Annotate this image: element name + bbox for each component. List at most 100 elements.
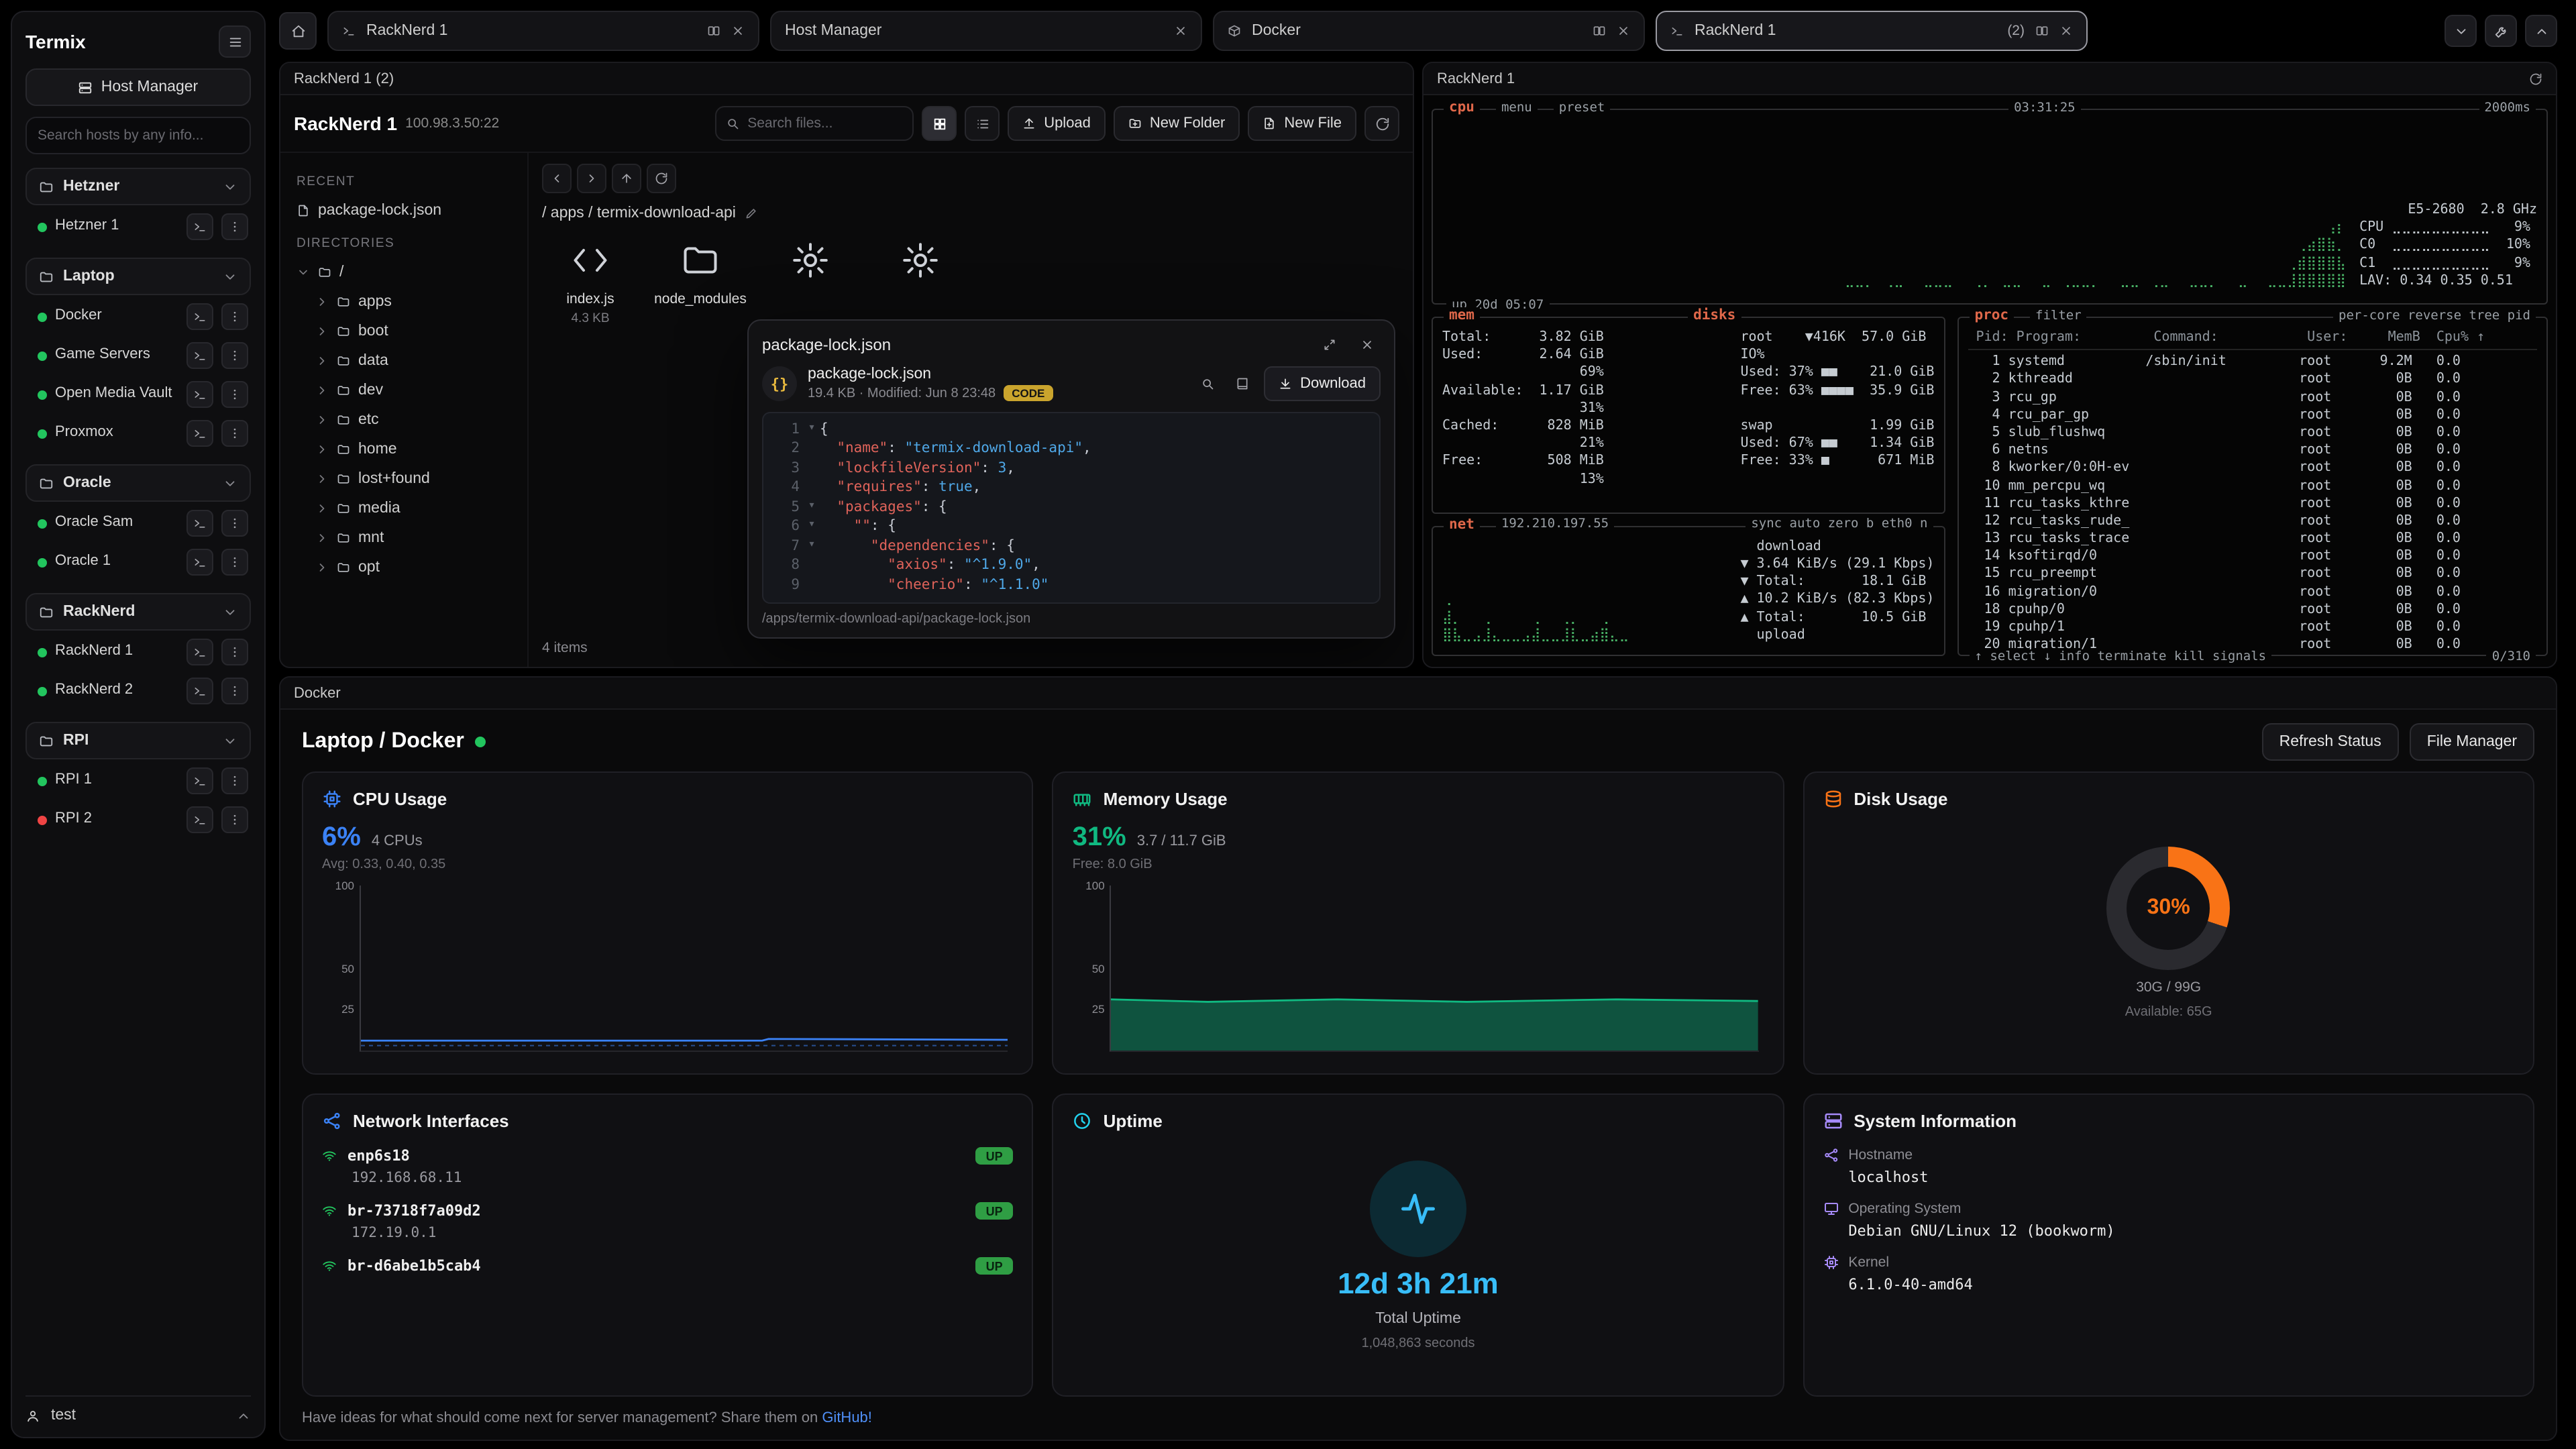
host-terminal-button[interactable] — [186, 342, 213, 369]
github-link[interactable]: GitHub! — [822, 1410, 872, 1426]
split-view-icon[interactable] — [707, 24, 720, 38]
file-item-config-1[interactable] — [762, 235, 859, 327]
file-manager-button[interactable]: File Manager — [2410, 723, 2534, 761]
chevron-down-icon[interactable] — [223, 179, 237, 194]
host-terminal-button[interactable] — [186, 303, 213, 330]
pencil-icon[interactable] — [745, 207, 759, 220]
sidebar-host-hetzner-1[interactable]: Hetzner 1 — [25, 209, 251, 244]
sidebar-host-rpi-1[interactable]: RPI 1 — [25, 763, 251, 798]
search-in-file-button[interactable] — [1194, 370, 1221, 397]
search-files-input[interactable] — [747, 115, 903, 131]
nav-forward-button[interactable] — [577, 164, 606, 193]
chevron-up-icon[interactable] — [236, 1408, 251, 1423]
host-terminal-button[interactable] — [186, 213, 213, 240]
chevron-right-icon[interactable] — [315, 502, 329, 515]
collapse-panel-button[interactable] — [2525, 15, 2557, 47]
sidebar-collapse-button[interactable] — [219, 25, 251, 58]
nav-refresh-button[interactable] — [647, 164, 676, 193]
expand-button[interactable] — [1316, 331, 1343, 358]
new-folder-button[interactable]: New Folder — [1114, 106, 1240, 141]
interface-row-br-d6abe1b5cab4[interactable]: br-d6abe1b5cab4 UP — [322, 1257, 1014, 1280]
close-icon[interactable] — [1617, 24, 1630, 38]
tree-dir-lost-found[interactable]: lost+found — [291, 464, 517, 494]
new-file-button[interactable]: New File — [1248, 106, 1356, 141]
reader-view-button[interactable] — [1229, 370, 1256, 397]
tabs-dropdown-button[interactable] — [2445, 15, 2477, 47]
host-terminal-button[interactable] — [186, 510, 213, 537]
chevron-down-icon[interactable] — [297, 266, 310, 279]
chevron-right-icon[interactable] — [315, 325, 329, 338]
group-header-laptop[interactable]: Laptop — [25, 258, 251, 295]
chevron-down-icon[interactable] — [223, 604, 237, 619]
tree-root[interactable]: / — [291, 258, 517, 287]
grid-view-button[interactable] — [922, 106, 957, 141]
sidebar-host-oracle-1[interactable]: Oracle 1 — [25, 545, 251, 580]
upload-button[interactable]: Upload — [1008, 106, 1106, 141]
tree-dir-media[interactable]: media — [291, 494, 517, 523]
tree-dir-dev[interactable]: dev — [291, 376, 517, 405]
group-header-racknerd[interactable]: RackNerd — [25, 593, 251, 631]
sidebar-host-proxmox[interactable]: Proxmox — [25, 416, 251, 451]
host-menu-button[interactable] — [221, 510, 248, 537]
recent-file-package-lock[interactable]: package-lock.json — [291, 196, 517, 225]
group-header-hetzner[interactable]: Hetzner — [25, 168, 251, 205]
sidebar-host-docker[interactable]: Docker — [25, 299, 251, 334]
tree-dir-data[interactable]: data — [291, 346, 517, 376]
host-terminal-button[interactable] — [186, 806, 213, 833]
code-preview[interactable]: 1▾{2 "name": "termix-download-api",3 "lo… — [762, 412, 1381, 604]
file-item-node-modules[interactable]: node_modules — [652, 235, 749, 327]
sidebar-host-rpi-2[interactable]: RPI 2 — [25, 802, 251, 837]
breadcrumb[interactable]: / apps / termix-download-api — [542, 205, 1399, 221]
tab-racknerd-1-terminal[interactable]: RackNerd 1 — [327, 11, 759, 51]
nav-up-button[interactable] — [612, 164, 641, 193]
sidebar-user-row[interactable]: test — [25, 1395, 251, 1424]
chevron-right-icon[interactable] — [315, 561, 329, 574]
host-terminal-button[interactable] — [186, 381, 213, 408]
host-menu-button[interactable] — [221, 639, 248, 665]
host-menu-button[interactable] — [221, 213, 248, 240]
sidebar-host-racknerd-1[interactable]: RackNerd 1 — [25, 635, 251, 669]
tree-dir-home[interactable]: home — [291, 435, 517, 464]
close-icon[interactable] — [1174, 24, 1187, 38]
tree-dir-etc[interactable]: etc — [291, 405, 517, 435]
host-menu-button[interactable] — [221, 767, 248, 794]
sidebar-host-game-servers[interactable]: Game Servers — [25, 338, 251, 373]
chevron-right-icon[interactable] — [315, 443, 329, 456]
host-manager-button[interactable]: Host Manager — [25, 68, 251, 106]
reconnect-button[interactable] — [2529, 72, 2542, 85]
list-view-button[interactable] — [965, 106, 1000, 141]
host-terminal-button[interactable] — [186, 549, 213, 576]
split-view-icon[interactable] — [1593, 24, 1606, 38]
host-terminal-button[interactable] — [186, 420, 213, 447]
chevron-right-icon[interactable] — [315, 295, 329, 309]
tree-dir-mnt[interactable]: mnt — [291, 523, 517, 553]
host-menu-button[interactable] — [221, 806, 248, 833]
close-preview-button[interactable] — [1354, 331, 1381, 358]
interface-row-br-73718f7a09d2[interactable]: br-73718f7a09d2 UP 172.19.0.1 — [322, 1202, 1014, 1241]
search-hosts-input[interactable] — [25, 117, 251, 154]
chevron-right-icon[interactable] — [315, 413, 329, 427]
terminal-screen[interactable]: cpu menu preset 03:31:25 2000ms ⢠⡆ ⢀⣴⣿⣷⡀… — [1424, 95, 2556, 667]
host-menu-button[interactable] — [221, 420, 248, 447]
tools-button[interactable] — [2485, 15, 2517, 47]
chevron-down-icon[interactable] — [223, 476, 237, 490]
tab-host-manager[interactable]: Host Manager — [770, 11, 1202, 51]
chevron-down-icon[interactable] — [223, 269, 237, 284]
host-menu-button[interactable] — [221, 303, 248, 330]
refresh-files-button[interactable] — [1364, 106, 1399, 141]
host-terminal-button[interactable] — [186, 767, 213, 794]
nav-back-button[interactable] — [542, 164, 572, 193]
sidebar-host-oracle-sam[interactable]: Oracle Sam — [25, 506, 251, 541]
file-item-index-js[interactable]: index.js 4.3 KB — [542, 235, 639, 327]
chevron-right-icon[interactable] — [315, 354, 329, 368]
chevron-right-icon[interactable] — [315, 384, 329, 397]
refresh-status-button[interactable]: Refresh Status — [2262, 723, 2399, 761]
chevron-right-icon[interactable] — [315, 531, 329, 545]
host-terminal-button[interactable] — [186, 639, 213, 665]
host-menu-button[interactable] — [221, 342, 248, 369]
download-button[interactable]: Download — [1264, 366, 1381, 401]
split-view-icon[interactable] — [2035, 24, 2049, 38]
chevron-right-icon[interactable] — [315, 472, 329, 486]
host-terminal-button[interactable] — [186, 678, 213, 704]
tree-dir-apps[interactable]: apps — [291, 287, 517, 317]
